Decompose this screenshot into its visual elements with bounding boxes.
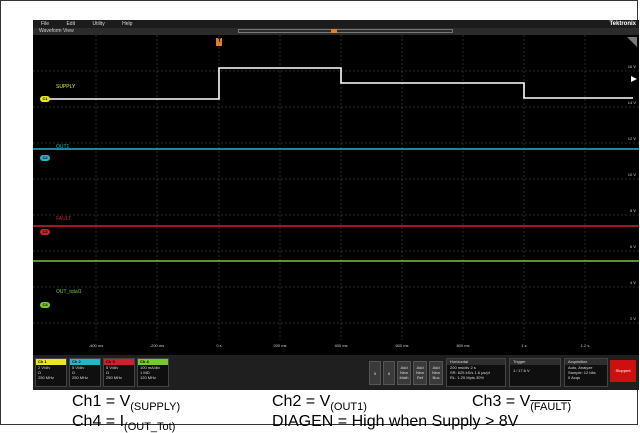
- ch2-badge[interactable]: C2: [40, 155, 50, 161]
- horizontal-recordlength: RL: 1.25 Mpts 30%: [450, 375, 485, 380]
- trigger-panel[interactable]: Trigger 1 ⁄ 17.6 V: [509, 358, 561, 387]
- ch3-label: FAULT: [56, 216, 72, 222]
- run-stop-button[interactable]: Stopped: [610, 360, 636, 382]
- htick-m400: -400 ms: [88, 343, 104, 348]
- legend-notes: Ch1 = V(SUPPLY) Ch2 = V(OUT1) Ch3 = V(FA…: [0, 393, 640, 433]
- note-ch4: Ch4 = I(OUT_Tot): [72, 413, 176, 433]
- menu-bar: File Edit Utility Help Tektronix: [33, 20, 639, 28]
- ch4-badge[interactable]: C4: [40, 302, 50, 308]
- waveform-view-titlebar: Waveform View: [33, 28, 639, 35]
- add-ref-button[interactable]: Add New Ref: [413, 361, 427, 385]
- vtick-8: 8 V: [629, 208, 636, 213]
- ch2-settings[interactable]: Ch 2 5 V/div Ω 250 MHz: [69, 358, 101, 387]
- vtick-14: 14 V: [627, 100, 636, 105]
- ch2-label: OUT1: [56, 144, 70, 150]
- menu-utility[interactable]: Utility: [92, 20, 104, 28]
- ch5-button[interactable]: 5: [369, 361, 381, 385]
- htick-1s: 1 s: [521, 343, 527, 348]
- note-ch1: Ch1 = V(SUPPLY): [72, 393, 181, 414]
- note-ch2: Ch2 = V(OUT1): [272, 393, 367, 414]
- menu-file[interactable]: File: [41, 20, 49, 28]
- ch2-bandwidth: 250 MHz: [72, 375, 89, 380]
- ch4-label: OUT_total1: [56, 289, 82, 295]
- ch6-button[interactable]: 6: [383, 361, 395, 385]
- trigger-marker-label: T: [218, 38, 222, 44]
- ch1-badge[interactable]: C1: [40, 96, 50, 102]
- waveform-graticule: [33, 35, 639, 340]
- vtick-16: 16 V: [627, 64, 636, 69]
- ch1-label: SUPPLY: [56, 84, 76, 90]
- menu-help[interactable]: Help: [122, 20, 132, 28]
- note-ch3: Ch3 = V(FAULT): [472, 393, 572, 414]
- trigger-level: 1 ⁄ 17.6 V: [513, 368, 530, 373]
- htick-m200: -200 ms: [149, 343, 165, 348]
- oscilloscope-screen: File Edit Utility Help Tektronix Wavefor…: [33, 20, 639, 390]
- settings-bar: Ch 1 2 V/div Ω 250 MHz Ch 2 5 V/div Ω 25…: [33, 355, 639, 390]
- ch1-supply-trace: [41, 67, 633, 100]
- menu-edit[interactable]: Edit: [66, 20, 75, 28]
- note-diagen: DIAGEN = High when Supply > 8V: [272, 413, 519, 430]
- vtick-12: 12 V: [627, 136, 636, 141]
- vtick-2: 2 V: [629, 316, 636, 321]
- htick-600: 600 ms: [395, 343, 409, 348]
- htick-1p2s: 1.2 s: [580, 343, 590, 348]
- add-math-button[interactable]: Add New Math: [397, 361, 411, 385]
- vtick-10: 10 V: [627, 172, 636, 177]
- vtick-4: 4 V: [629, 280, 636, 285]
- waveform-view-title: Waveform View: [39, 28, 74, 34]
- ch3-settings[interactable]: Ch 3 5 V/div Ω 250 MHz: [103, 358, 135, 387]
- ch4-bandwidth: 120 MHz: [140, 375, 157, 380]
- record-overview-bar[interactable]: [238, 29, 453, 33]
- brand-logo: Tektronix: [609, 21, 636, 27]
- vtick-6: 6 V: [629, 244, 636, 249]
- add-bus-button[interactable]: Add New Bus: [429, 361, 443, 385]
- trigger-level-arrow: [631, 76, 637, 82]
- htick-0: 0 s: [216, 343, 222, 348]
- settings-corner-icon: [627, 37, 637, 47]
- ch4-settings[interactable]: Ch 4 100 mA/div 1 MΩ 120 MHz: [137, 358, 169, 387]
- htick-200: 200 ms: [273, 343, 287, 348]
- ch3-badge[interactable]: C3: [40, 229, 50, 235]
- record-position-marker[interactable]: [331, 29, 337, 33]
- ch1-bandwidth: 250 MHz: [38, 375, 55, 380]
- htick-800: 800 ms: [456, 343, 470, 348]
- htick-400: 400 ms: [334, 343, 348, 348]
- acquisition-panel[interactable]: Acquisition Auto, Analyze Sample: 12 bit…: [564, 358, 608, 387]
- ch1-settings[interactable]: Ch 1 2 V/div Ω 250 MHz: [35, 358, 67, 387]
- waveform-plot[interactable]: SUPPLY OUT1 FAULT OUT_total1 C1 C2 C3 C4…: [33, 35, 639, 355]
- acquisition-count: 0 Acqs: [568, 375, 581, 380]
- ch3-bandwidth: 250 MHz: [106, 375, 123, 380]
- horizontal-panel[interactable]: Horizontal 200 ms/div 2 s SR: 625 kS/s 1…: [446, 358, 506, 387]
